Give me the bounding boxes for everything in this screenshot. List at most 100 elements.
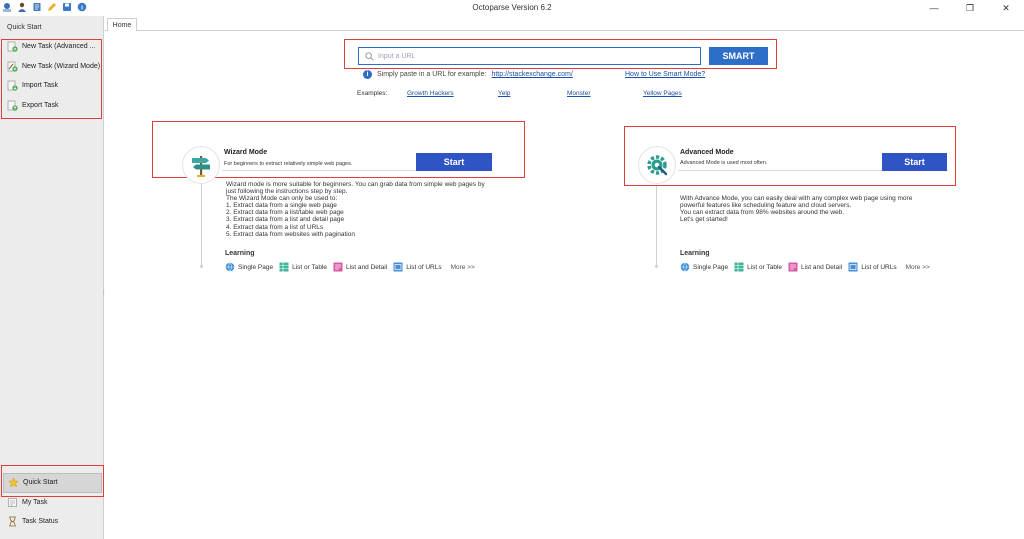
minimize-button[interactable]: — — [916, 0, 952, 16]
sidebar-item-export-task[interactable]: Export Task — [3, 96, 102, 116]
sidebar-quick-actions: New Task (Advanced ... New Task (Wizard … — [3, 37, 102, 115]
learning-link-label: List of URLs — [406, 263, 442, 271]
sidebar-header: Quick Start — [7, 24, 42, 31]
signpost-icon — [192, 156, 210, 177]
learning-list-and-detail-link[interactable]: List and Detail — [788, 262, 842, 272]
export-task-icon — [7, 100, 18, 111]
search-icon — [365, 51, 374, 61]
window-controls: — ❐ ✕ — [916, 0, 1024, 16]
sidebar-item-label: Export Task — [22, 101, 59, 109]
table-icon — [734, 262, 744, 272]
wizard-desc-line: Wizard mode is more suitable for beginne… — [226, 181, 485, 188]
list-detail-icon — [333, 262, 343, 272]
wizard-desc-line: 2. Extract data from a list/table web pa… — [226, 209, 344, 217]
learning-link-label: List or Table — [292, 263, 327, 271]
tab-home[interactable]: Home — [107, 18, 137, 31]
wizard-timeline-line — [201, 184, 202, 266]
advanced-start-button[interactable]: Start — [882, 153, 947, 171]
new-task-wizard-icon — [7, 61, 18, 72]
sidebar-item-label: Import Task — [22, 82, 59, 90]
sidebar-item-label: Task Status — [22, 518, 59, 526]
smart-button[interactable]: SMART — [709, 47, 768, 65]
example-link-growth-hackers[interactable]: Growth Hackers — [407, 90, 454, 97]
wizard-desc-line: 1. Extract data from a single web page — [226, 202, 337, 210]
learning-link-label: List and Detail — [801, 263, 843, 271]
sidebar-item-my-task[interactable]: My Task — [3, 493, 102, 513]
close-button[interactable]: ✕ — [988, 0, 1024, 16]
advanced-desc-line: powerful features like scheduling featur… — [680, 202, 852, 210]
sidebar: Quick Start New Task (Advanced ... New T… — [0, 16, 105, 539]
wizard-learning-links: Single Page List or Table List and Detai… — [225, 262, 475, 272]
advanced-desc-line: You can extract data from 98% websites a… — [680, 209, 845, 217]
advanced-mode-subtitle: Advanced Mode is used most often. — [680, 160, 768, 166]
learning-link-label: Single Page — [238, 263, 274, 271]
advanced-learning-links: Single Page List or Table List and Detai… — [680, 262, 930, 272]
learning-link-label: List of URLs — [861, 263, 897, 271]
example-url-link[interactable]: http://stackexchange.com/ — [491, 71, 572, 78]
learning-more-link[interactable]: More >> — [451, 264, 475, 271]
url-input[interactable] — [378, 49, 700, 63]
wizard-mode-title: Wizard Mode — [224, 149, 268, 156]
wizard-timeline-dot — [200, 265, 203, 268]
sidebar-navigation: Quick Start My Task Task Status — [3, 473, 102, 532]
table-icon — [279, 262, 289, 272]
sidebar-item-task-status[interactable]: Task Status — [3, 512, 102, 532]
wizard-description: Wizard mode is more suitable for beginne… — [226, 181, 485, 238]
restore-button[interactable]: ❐ — [952, 0, 988, 16]
learning-single-page-link[interactable]: Single Page — [225, 262, 273, 272]
window-title: Octoparse Version 6.2 — [472, 3, 552, 12]
advanced-description: With Advance Mode, you can easily deal w… — [680, 195, 912, 223]
url-input-container[interactable] — [358, 47, 701, 65]
import-task-icon — [7, 80, 18, 91]
learning-link-label: Single Page — [693, 263, 729, 271]
learning-list-and-detail-link[interactable]: List and Detail — [333, 262, 387, 272]
sidebar-item-new-task-advanced[interactable]: New Task (Advanced ... — [3, 37, 102, 57]
wizard-desc-line: 4. Extract data from a list of URLs — [226, 223, 324, 231]
smart-hint: i Simply paste in a URL for example: htt… — [363, 70, 573, 79]
learning-list-or-table-link[interactable]: List or Table — [279, 262, 327, 272]
gear-wrench-icon — [647, 155, 668, 176]
wizard-desc-line: The Wizard Mode can only be used to: — [226, 195, 338, 203]
learning-link-label: List or Table — [747, 263, 782, 271]
how-to-smart-mode-link[interactable]: How to Use Smart Mode? — [625, 71, 705, 78]
wizard-start-button[interactable]: Start — [416, 153, 492, 171]
sidebar-item-label: New Task (Wizard Mode) — [22, 62, 101, 70]
url-list-icon — [848, 262, 858, 272]
learning-list-or-table-link[interactable]: List or Table — [734, 262, 782, 272]
tab-strip: Home — [105, 16, 1024, 31]
learning-list-of-urls-link[interactable]: List of URLs — [393, 262, 442, 272]
list-detail-icon — [788, 262, 798, 272]
wizard-learning-title: Learning — [225, 250, 255, 257]
example-link-yellow-pages[interactable]: Yellow Pages — [643, 90, 682, 97]
new-task-advanced-icon — [7, 41, 18, 52]
url-list-icon — [393, 262, 403, 272]
advanced-learning-title: Learning — [680, 250, 710, 257]
globe-icon — [680, 262, 690, 272]
advanced-timeline-dot — [655, 265, 658, 268]
advanced-desc-line: Let's get started! — [680, 216, 728, 224]
example-link-yelp[interactable]: Yelp — [498, 90, 510, 97]
learning-more-link[interactable]: More >> — [906, 264, 930, 271]
sidebar-item-label: My Task — [22, 498, 48, 506]
advanced-timeline-line — [656, 186, 657, 266]
title-bar: i Octoparse Version 6.2 — ❐ ✕ — [0, 0, 1024, 16]
sidebar-item-label: Quick Start — [23, 479, 58, 487]
hourglass-icon — [9, 516, 16, 527]
my-task-icon — [8, 497, 17, 507]
wizard-mode-subtitle: For beginners to extract relatively simp… — [224, 161, 353, 167]
sidebar-splitter-handle[interactable]: ⁞ — [103, 291, 105, 297]
learning-link-label: List and Detail — [346, 263, 388, 271]
wizard-desc-line: just following the instructions step by … — [226, 188, 348, 196]
examples-label: Examples: — [357, 90, 388, 97]
sidebar-item-import-task[interactable]: Import Task — [3, 76, 102, 96]
wizard-desc-line: 3. Extract data from a list and detail p… — [226, 216, 345, 224]
learning-single-page-link[interactable]: Single Page — [680, 262, 728, 272]
sidebar-item-label: New Task (Advanced ... — [22, 43, 96, 51]
star-icon — [8, 477, 19, 488]
learning-list-of-urls-link[interactable]: List of URLs — [848, 262, 897, 272]
advanced-desc-line: With Advance Mode, you can easily deal w… — [680, 195, 913, 202]
example-link-monster[interactable]: Monster — [567, 90, 590, 97]
sidebar-item-quick-start[interactable]: Quick Start — [3, 473, 102, 493]
wizard-desc-line: 5. Extract data from websites with pagin… — [226, 230, 355, 238]
sidebar-item-new-task-wizard[interactable]: New Task (Wizard Mode) — [3, 57, 102, 77]
